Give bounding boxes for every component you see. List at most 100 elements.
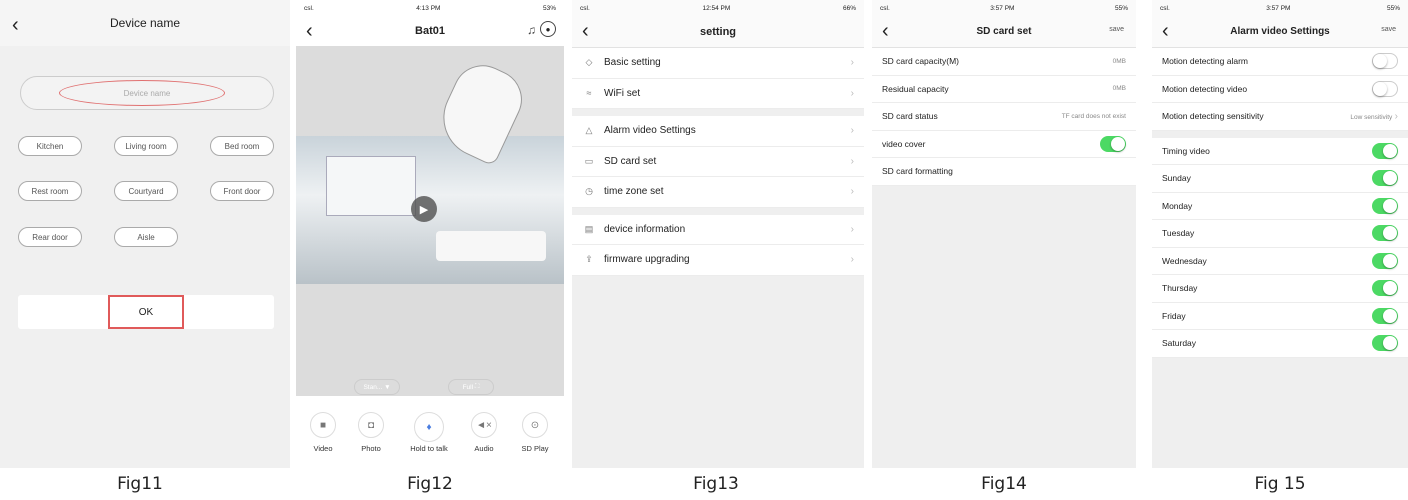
row-label: Monday [1162, 200, 1193, 211]
wednesday-toggle[interactable] [1372, 252, 1398, 269]
highlight-ellipse [59, 80, 225, 106]
microphone-icon: ♦ [414, 412, 444, 442]
clock-label: 12:54 PM [702, 4, 731, 12]
row-value: Low sensitivity [1350, 113, 1393, 121]
battery-label: 55% [1114, 4, 1128, 12]
page-title: Alarm video Settings [1230, 26, 1330, 37]
room-living-room[interactable]: Living room [114, 136, 178, 156]
bell-icon[interactable]: ♫ [527, 23, 536, 37]
ok-button[interactable]: OK [108, 295, 184, 329]
menu-label: device information [604, 223, 686, 235]
save-button[interactable]: save [1109, 26, 1124, 33]
status-bar: csl. 4:13 PM 53% [296, 0, 564, 16]
saturday-row: Saturday [1152, 330, 1408, 358]
section-divider [572, 207, 864, 215]
row-label: Thursday [1162, 283, 1198, 294]
row-label: Wednesday [1162, 255, 1207, 266]
video-label: Video [313, 444, 333, 453]
toggle-knob [1383, 336, 1397, 351]
menu-device-information[interactable]: ▤ device information › [572, 214, 864, 245]
residual-capacity-row: Residual capacity 0MB [872, 75, 1136, 103]
room-kitchen[interactable]: Kitchen [18, 136, 82, 156]
room-front-door[interactable]: Front door [210, 181, 274, 201]
fig11-caption: Fig11 [117, 474, 163, 494]
motion-alarm-toggle[interactable] [1372, 53, 1398, 70]
sd-formatting-row[interactable]: SD card formatting [872, 158, 1136, 186]
back-icon[interactable]: ‹ [1162, 18, 1169, 44]
sd-status-row: SD card status TF card does not exist [872, 103, 1136, 131]
saturday-toggle[interactable] [1372, 335, 1398, 352]
menu-label: Alarm video Settings [604, 125, 696, 137]
room-aisle[interactable]: Aisle [114, 227, 178, 247]
room-rest-room[interactable]: Rest room [18, 181, 82, 201]
dropdown-icon: ▼ [382, 383, 391, 391]
fullscreen-icon: ⛶ [473, 383, 480, 390]
menu-alarm-video-settings[interactable]: △ Alarm video Settings › [572, 116, 864, 147]
quality-selector[interactable]: Stan... ▼ [354, 379, 400, 395]
room-bed-room[interactable]: Bed room [210, 136, 274, 156]
sd-play-icon: ⊙ [522, 412, 548, 438]
fig13-caption: Fig13 [693, 474, 739, 494]
chevron-right-icon: › [1394, 110, 1398, 122]
sd-play-control[interactable]: ⊙ SD Play [510, 412, 560, 453]
video-control[interactable]: ■ Video [298, 412, 348, 453]
chevron-right-icon: › [850, 125, 854, 137]
row-label: Sunday [1162, 173, 1191, 184]
thursday-toggle[interactable] [1372, 280, 1398, 297]
photo-control[interactable]: ◘ Photo [346, 412, 396, 453]
gear-icon[interactable]: ● [540, 21, 556, 37]
video-cover-toggle[interactable] [1100, 135, 1126, 152]
menu-sd-card-set[interactable]: ▭ SD card set › [572, 146, 864, 177]
carrier-label: csl. [580, 4, 590, 12]
hold-to-talk-control[interactable]: ♦ Hold to talk [404, 412, 454, 453]
ok-label: OK [138, 306, 154, 318]
tuesday-toggle[interactable] [1372, 225, 1398, 242]
menu-label: Basic setting [604, 57, 661, 69]
fig11-panel: ‹ Device name Device name Kitchen Living… [0, 0, 290, 468]
fig13-panel: csl. 12:54 PM 66% ‹ setting ◇ Basic sett… [572, 0, 864, 468]
device-name-input[interactable]: Device name [20, 76, 274, 110]
wifi-icon: ≈ [586, 88, 592, 99]
back-icon[interactable]: ‹ [12, 12, 19, 38]
fig13-navbar: ‹ setting [572, 16, 864, 48]
save-button[interactable]: save [1381, 26, 1396, 33]
video-preview: ▶ Stan... ▼ Full ⛶ [296, 46, 564, 396]
row-label: Motion detecting video [1162, 83, 1248, 94]
friday-toggle[interactable] [1372, 307, 1398, 324]
carrier-label: csl. [880, 4, 890, 12]
photo-label: Photo [361, 444, 381, 453]
fig14-panel: csl. 3:57 PM 55% ‹ SD card set save SD c… [872, 0, 1136, 468]
sensitivity-row[interactable]: Motion detecting sensitivity Low sensiti… [1152, 103, 1408, 131]
window-shape [326, 156, 416, 216]
toggle-knob [1383, 171, 1397, 186]
sunday-toggle[interactable] [1372, 170, 1398, 187]
fullscreen-button[interactable]: Full ⛶ [448, 379, 494, 395]
fig15-caption: Fig 15 [1254, 474, 1306, 494]
fig11-navbar: ‹ Device name [0, 0, 290, 46]
back-icon[interactable]: ‹ [882, 18, 889, 44]
play-icon[interactable]: ▶ [411, 196, 437, 222]
tag-icon: ◇ [585, 57, 593, 68]
menu-firmware-upgrading[interactable]: ⇪ firmware upgrading › [572, 245, 864, 276]
room-courtyard[interactable]: Courtyard [114, 181, 178, 201]
sunday-row: Sunday [1152, 165, 1408, 193]
row-label: Friday [1162, 310, 1186, 321]
monday-toggle[interactable] [1372, 197, 1398, 214]
menu-basic-setting[interactable]: ◇ Basic setting › [572, 48, 864, 79]
toggle-knob [1373, 81, 1387, 96]
timing-video-toggle[interactable] [1372, 142, 1398, 159]
audio-control[interactable]: ◄× Audio [459, 412, 509, 453]
row-label: SD card formatting [882, 166, 953, 177]
menu-wifi-set[interactable]: ≈ WiFi set › [572, 78, 864, 109]
row-value: 0MB [1112, 57, 1126, 65]
back-icon[interactable]: ‹ [582, 18, 589, 44]
menu-time-zone-set[interactable]: ◷ time zone set › [572, 177, 864, 208]
fig12-navbar: ‹ Bat01 ♫ ● [296, 16, 564, 46]
fig12-panel: csl. 4:13 PM 53% ‹ Bat01 ♫ ● ▶ Stan... ▼… [296, 0, 564, 468]
carrier-label: csl. [304, 4, 314, 12]
back-icon[interactable]: ‹ [306, 18, 313, 44]
room-rear-door[interactable]: Rear door [18, 227, 82, 247]
motion-video-toggle[interactable] [1372, 80, 1398, 97]
upgrade-icon: ⇪ [585, 254, 593, 265]
menu-label: firmware upgrading [604, 254, 690, 266]
